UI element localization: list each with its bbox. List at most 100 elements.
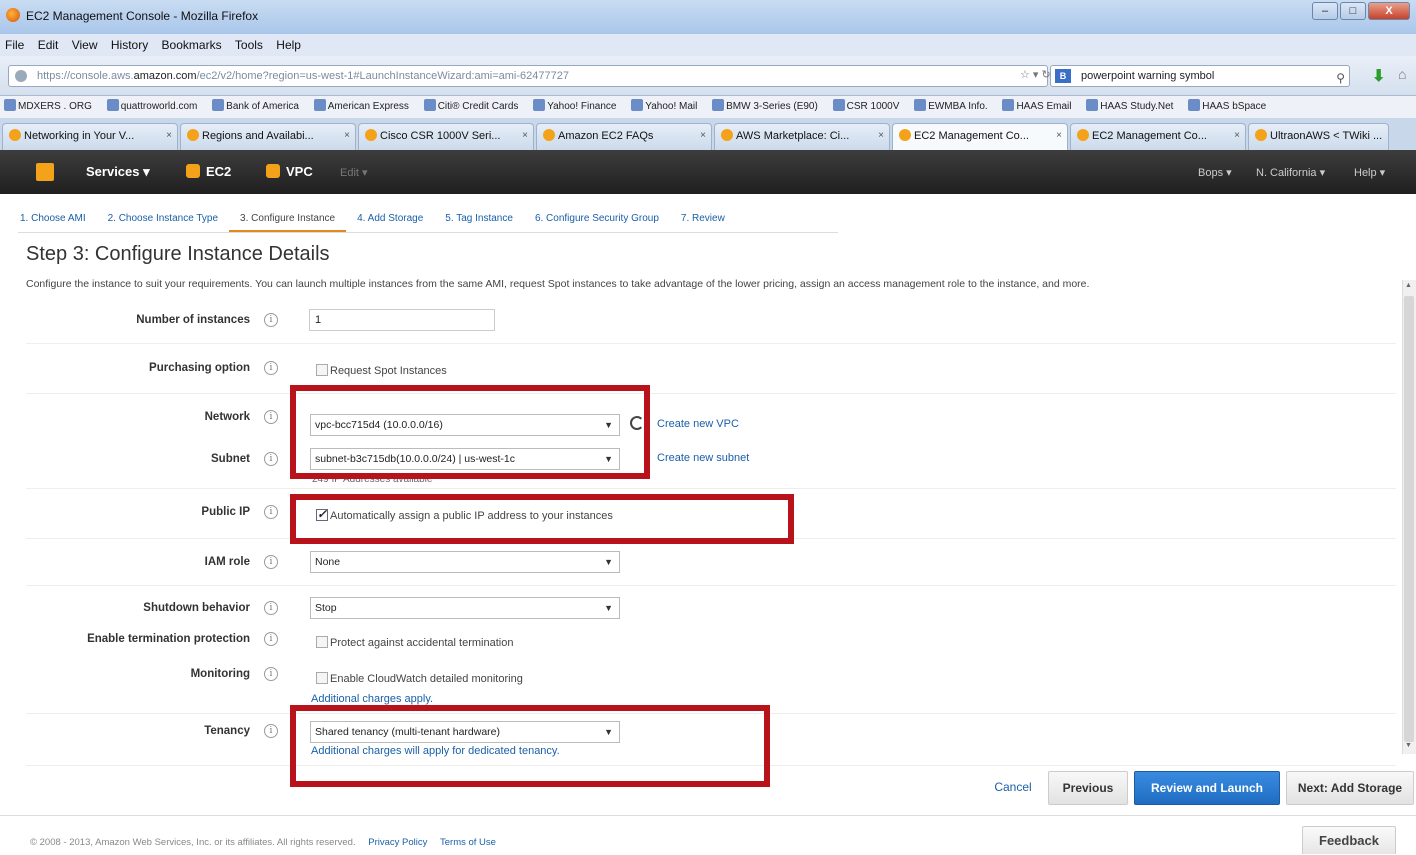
bookmark-item[interactable]: Yahoo! Mail	[631, 96, 703, 118]
instances-input[interactable]: 1	[309, 309, 495, 331]
search-engine-icon[interactable]: B	[1055, 69, 1071, 83]
region-menu[interactable]: N. California ▾	[1256, 166, 1325, 179]
cancel-button[interactable]: Cancel	[988, 771, 1038, 805]
menu-bookmarks[interactable]: Bookmarks	[157, 34, 227, 52]
menu-edit[interactable]: Edit	[33, 34, 64, 52]
tab-close-icon[interactable]: ×	[878, 124, 884, 148]
bookmark-item[interactable]: EWMBA Info.	[914, 96, 993, 118]
monitoring-option[interactable]: Enable CloudWatch detailed monitoring	[316, 672, 523, 685]
download-icon[interactable]: ⬇	[1372, 66, 1385, 86]
shutdown-info-icon[interactable]: i	[264, 601, 278, 615]
maximize-button[interactable]: □	[1340, 2, 1366, 20]
bookmark-item[interactable]: Yahoo! Finance	[533, 96, 622, 118]
browser-tab[interactable]: AWS Marketplace: Ci... ×	[714, 123, 890, 150]
edit-menu[interactable]: Edit ▾	[340, 166, 368, 179]
search-input[interactable]: B powerpoint warning symbol ⚲	[1050, 65, 1350, 87]
ec2-shortcut[interactable]: EC2	[186, 164, 231, 179]
next-add-storage-button[interactable]: Next: Add Storage	[1286, 771, 1414, 805]
browser-tab[interactable]: Amazon EC2 FAQs ×	[536, 123, 712, 150]
previous-button[interactable]: Previous	[1048, 771, 1128, 805]
network-select[interactable]: vpc-bcc715d4 (10.0.0.0/16) ▼	[310, 414, 620, 436]
bookmark-item[interactable]: quattroworld.com	[106, 96, 204, 118]
wizard-step[interactable]: 5. Tag Instance	[434, 213, 524, 232]
spot-instances-checkbox[interactable]	[316, 364, 328, 376]
tab-close-icon[interactable]: ×	[1234, 124, 1240, 148]
wizard-step[interactable]: 4. Add Storage	[346, 213, 434, 232]
site-identity-icon[interactable]	[15, 70, 27, 82]
public-ip-option[interactable]: Automatically assign a public IP address…	[316, 507, 613, 522]
public-ip-info-icon[interactable]: i	[264, 505, 278, 519]
scroll-up-icon[interactable]: ▲	[1405, 282, 1412, 289]
tenancy-charges-link[interactable]: Additional charges will apply for dedica…	[311, 745, 560, 757]
tenancy-info-icon[interactable]: i	[264, 724, 278, 738]
browser-tab[interactable]: Networking in Your V... ×	[2, 123, 178, 150]
wizard-step[interactable]: 7. Review	[670, 213, 736, 232]
termination-info-icon[interactable]: i	[264, 632, 278, 646]
search-icon[interactable]: ⚲	[1336, 68, 1345, 88]
menu-help[interactable]: Help	[271, 34, 306, 52]
tab-close-icon[interactable]: ×	[1056, 124, 1062, 148]
refresh-icon[interactable]	[630, 416, 644, 430]
services-menu[interactable]: Services ▾	[86, 164, 150, 180]
purchasing-info-icon[interactable]: i	[264, 361, 278, 375]
bookmark-item[interactable]: American Express	[313, 96, 415, 118]
menu-view[interactable]: View	[67, 34, 103, 52]
help-menu[interactable]: Help ▾	[1354, 166, 1385, 179]
aws-logo-icon[interactable]	[36, 163, 54, 181]
bookmark-item[interactable]: HAAS Email	[1002, 96, 1077, 118]
monitoring-checkbox[interactable]	[316, 672, 328, 684]
bookmark-item[interactable]: HAAS bSpace	[1188, 96, 1272, 118]
subnet-select[interactable]: subnet-b3c715db(10.0.0.0/24) | us-west-1…	[310, 448, 620, 470]
bookmark-item[interactable]: CSR 1000V	[832, 96, 906, 118]
review-and-launch-button[interactable]: Review and Launch	[1134, 771, 1280, 805]
public-ip-checkbox[interactable]	[316, 507, 328, 521]
bookmark-item[interactable]: Citi® Credit Cards	[423, 96, 525, 118]
tab-close-icon[interactable]: ×	[166, 124, 172, 148]
menu-tools[interactable]: Tools	[230, 34, 268, 52]
termination-checkbox[interactable]	[316, 636, 328, 648]
tab-close-icon[interactable]: ×	[700, 124, 706, 148]
minimize-button[interactable]: –	[1312, 2, 1338, 20]
tab-close-icon[interactable]: ×	[522, 124, 528, 148]
shutdown-select[interactable]: Stop ▼	[310, 597, 620, 619]
iam-role-select[interactable]: None ▼	[310, 551, 620, 573]
tenancy-select[interactable]: Shared tenancy (multi-tenant hardware) ▼	[310, 721, 620, 743]
menu-file[interactable]: File	[0, 34, 29, 52]
feedback-button[interactable]: Feedback	[1302, 826, 1396, 854]
bookmark-item[interactable]: MDXERS . ORG	[4, 96, 98, 118]
terms-of-use-link[interactable]: Terms of Use	[440, 837, 496, 848]
privacy-policy-link[interactable]: Privacy Policy	[368, 837, 427, 848]
reload-icon[interactable]: ☆ ▾ ↻	[1020, 68, 1051, 81]
menu-history[interactable]: History	[106, 34, 153, 52]
bookmark-item[interactable]: HAAS Study.Net	[1086, 96, 1179, 118]
bookmark-item[interactable]: BMW 3-Series (E90)	[712, 96, 824, 118]
browser-tab[interactable]: Regions and Availabi... ×	[180, 123, 356, 150]
close-button[interactable]: X	[1368, 2, 1410, 20]
wizard-step[interactable]: 2. Choose Instance Type	[97, 213, 229, 232]
monitoring-info-icon[interactable]: i	[264, 667, 278, 681]
scrollbar-thumb[interactable]	[1404, 296, 1414, 742]
browser-tab[interactable]: UltraonAWS < TWiki ...	[1248, 123, 1390, 150]
wizard-step[interactable]: 6. Configure Security Group	[524, 213, 670, 232]
create-vpc-link[interactable]: Create new VPC	[657, 418, 739, 430]
subnet-info-icon[interactable]: i	[264, 452, 278, 466]
create-subnet-link[interactable]: Create new subnet	[657, 452, 749, 464]
wizard-step[interactable]: 1. Choose AMI	[20, 213, 97, 232]
termination-option[interactable]: Protect against accidental termination	[316, 636, 513, 649]
tab-close-icon[interactable]: ×	[344, 124, 350, 148]
monitoring-charges-link[interactable]: Additional charges apply.	[311, 693, 433, 705]
network-info-icon[interactable]: i	[264, 410, 278, 424]
user-menu[interactable]: Bops ▾	[1198, 166, 1232, 179]
browser-tab-active[interactable]: EC2 Management Co... ×	[892, 123, 1068, 150]
spot-instances-option[interactable]: Request Spot Instances	[316, 364, 447, 377]
iam-role-info-icon[interactable]: i	[264, 555, 278, 569]
bookmark-item[interactable]: Bank of America	[212, 96, 305, 118]
scroll-down-icon[interactable]: ▼	[1405, 742, 1412, 749]
home-icon[interactable]: ⌂	[1398, 66, 1406, 82]
wizard-step-active[interactable]: 3. Configure Instance	[229, 213, 347, 232]
instances-info-icon[interactable]: i	[264, 313, 278, 327]
address-bar[interactable]: https://console.aws.amazon.com/ec2/v2/ho…	[8, 65, 1048, 87]
browser-tab[interactable]: EC2 Management Co... ×	[1070, 123, 1246, 150]
vpc-shortcut[interactable]: VPC	[266, 164, 313, 179]
browser-tab[interactable]: Cisco CSR 1000V Seri... ×	[358, 123, 534, 150]
